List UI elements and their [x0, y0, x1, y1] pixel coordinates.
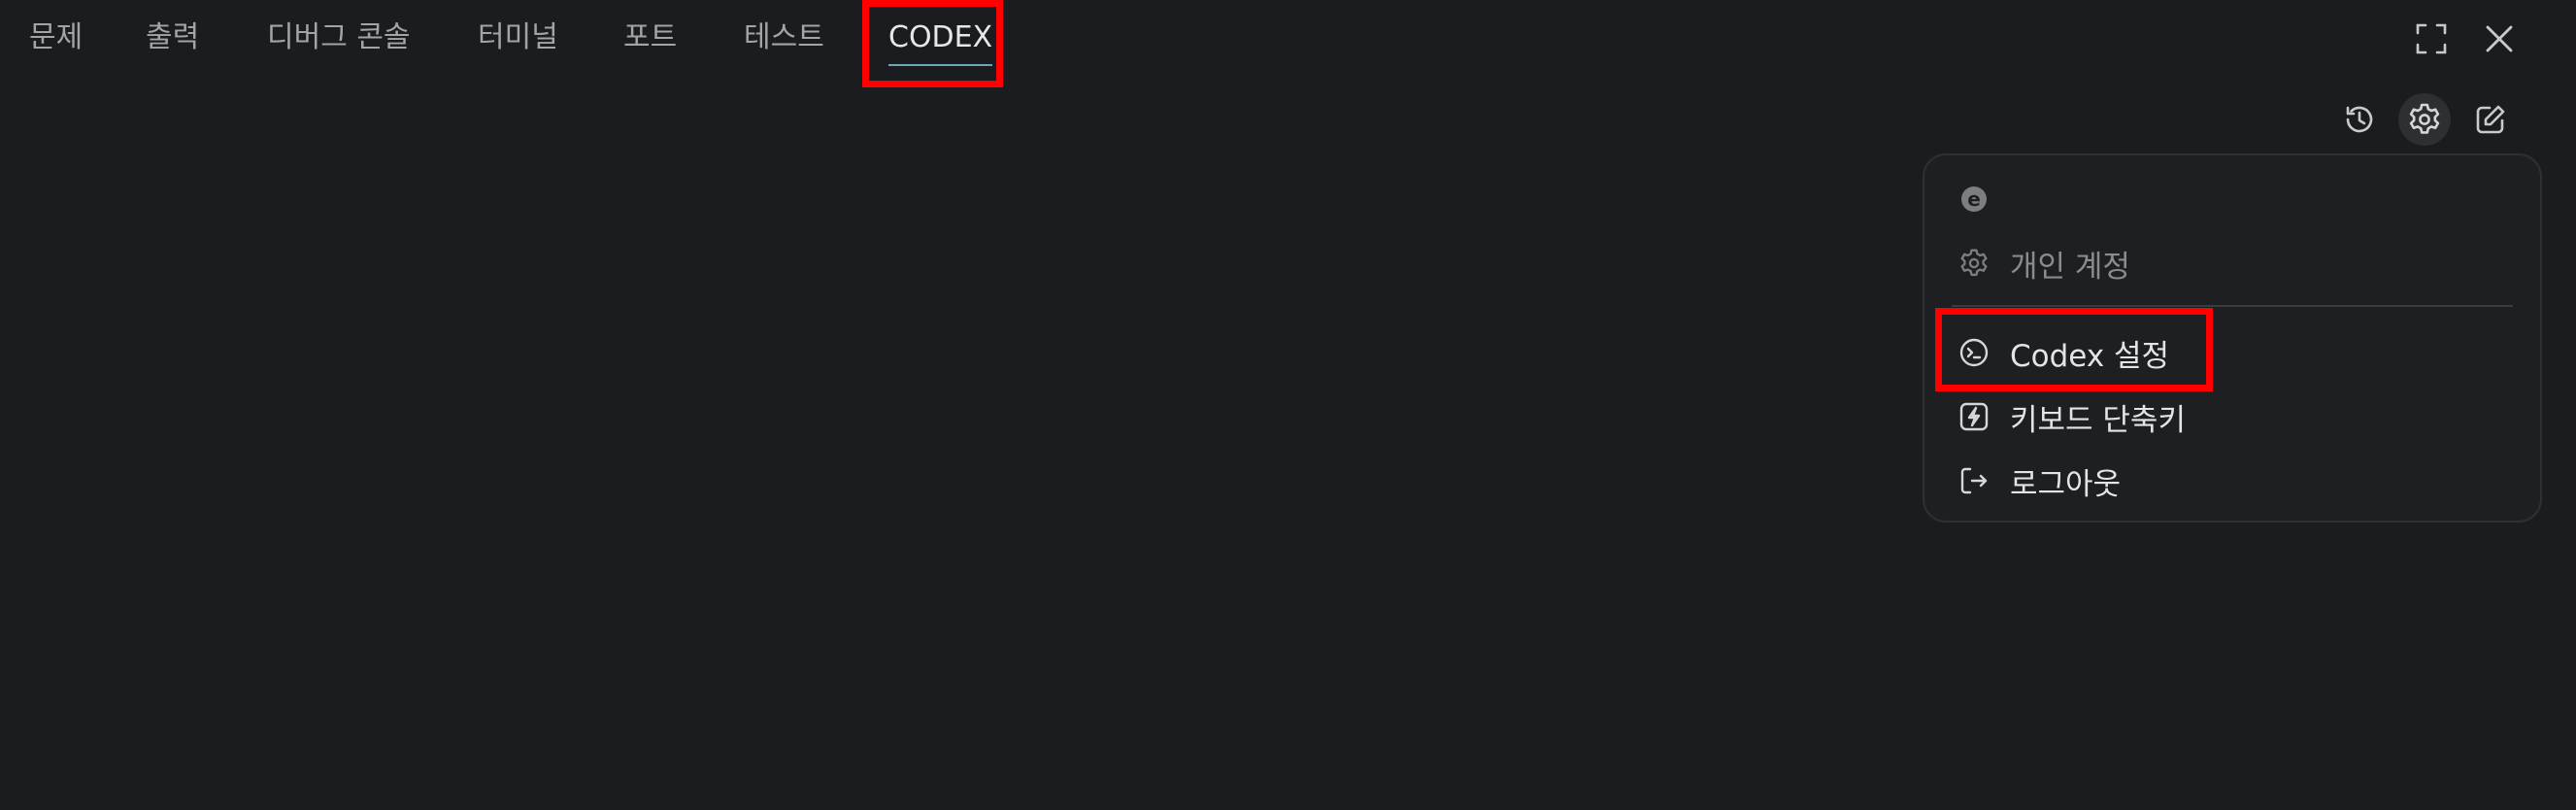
tab-problems[interactable]: 문제	[29, 0, 83, 78]
codex-panel: 문제 출력 디버그 콘솔 터미널 포트 테스트 CODEX e 개인 계정 Co…	[0, 0, 2576, 810]
logout-icon	[1957, 464, 1991, 497]
history-icon[interactable]	[2333, 93, 2386, 146]
menu-item-logout-label: 로그아웃	[2010, 466, 2122, 502]
account-avatar-icon: e	[1957, 183, 1991, 216]
tab-codex[interactable]: CODEX	[888, 0, 993, 78]
menu-item-personal-account[interactable]: 개인 계정	[1957, 239, 2130, 287]
menu-item-logout[interactable]: 로그아웃	[1957, 456, 2121, 505]
edit-icon[interactable]	[2464, 93, 2517, 146]
terminal-circle-icon	[1957, 336, 1991, 369]
menu-item-personal-account-label: 개인 계정	[2010, 249, 2130, 285]
settings-dropdown-menu: e 개인 계정 Codex 설정 키보드 단축키 로그아웃	[1923, 153, 2542, 523]
maximize-icon[interactable]	[2410, 17, 2453, 60]
menu-divider	[1952, 305, 2513, 307]
close-icon[interactable]	[2478, 17, 2521, 60]
active-tab-indicator	[888, 64, 993, 66]
account-info: e	[1957, 175, 2010, 223]
tab-terminal[interactable]: 터미널	[478, 0, 558, 78]
menu-item-codex-settings-label: Codex 설정	[2010, 338, 2170, 374]
lightning-icon	[1957, 400, 1991, 433]
gear-icon	[1957, 247, 1991, 280]
panel-tab-bar: 문제 출력 디버그 콘솔 터미널 포트 테스트 CODEX	[0, 0, 2576, 87]
tab-tests[interactable]: 테스트	[744, 0, 824, 78]
tab-codex-label: CODEX	[888, 20, 993, 54]
tab-output[interactable]: 출력	[146, 0, 199, 78]
tab-ports[interactable]: 포트	[623, 0, 677, 78]
svg-text:e: e	[1967, 187, 1981, 211]
gear-icon[interactable]	[2398, 93, 2451, 146]
tab-debug-console[interactable]: 디버그 콘솔	[267, 0, 411, 78]
menu-item-codex-settings[interactable]: Codex 설정	[1957, 328, 2169, 377]
menu-item-keyboard-shortcuts[interactable]: 키보드 단축키	[1957, 392, 2186, 441]
menu-item-keyboard-shortcuts-label: 키보드 단축키	[2010, 402, 2186, 438]
